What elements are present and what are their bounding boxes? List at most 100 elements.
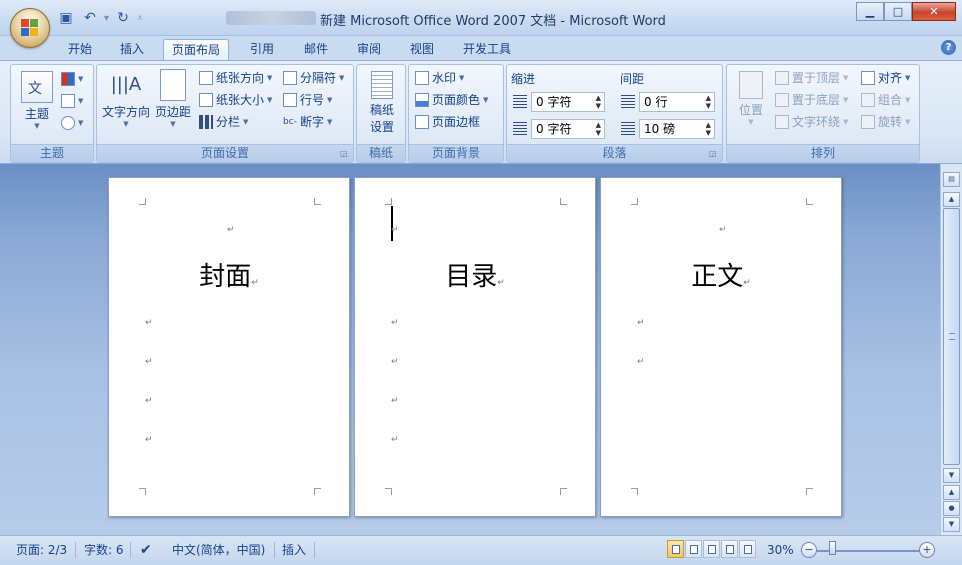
heading-text: 正文 xyxy=(691,262,744,292)
group-objects-button[interactable]: 组合 ▼ xyxy=(861,90,910,110)
line-numbers-button[interactable]: 行号 ▼ xyxy=(283,90,332,110)
tab-review[interactable]: 审阅 xyxy=(349,39,389,60)
page-heading[interactable]: 封面↵ xyxy=(109,256,349,293)
rotate-button[interactable]: 旋转 ▼ xyxy=(861,112,910,132)
rotate-label: 旋转 xyxy=(878,115,903,129)
minimize-button[interactable]: ▁ xyxy=(856,2,884,21)
text-wrapping-button[interactable]: 文字环绕 ▼ xyxy=(775,112,848,132)
theme-colors-button[interactable]: ▼ xyxy=(61,69,83,89)
zoom-level[interactable]: 30% xyxy=(767,540,794,560)
hyphenation-button[interactable]: bc- 断字 ▼ xyxy=(283,112,332,132)
next-page-icon[interactable]: ▼ xyxy=(943,517,960,532)
save-icon[interactable]: ▣ xyxy=(56,9,76,27)
spinner-arrows-icon[interactable]: ▲ ▼ xyxy=(706,121,711,137)
language-status[interactable]: 中文(简体，中国) xyxy=(172,540,265,560)
line-numbers-icon xyxy=(283,93,297,107)
themes-button[interactable]: 文 主题 ▼ xyxy=(17,71,57,130)
scroll-up-icon[interactable]: ▲ xyxy=(943,192,960,207)
web-layout-view-icon[interactable] xyxy=(703,540,720,558)
text-direction-icon: |||A xyxy=(110,74,142,95)
scroll-thumb[interactable] xyxy=(943,208,960,465)
print-layout-view-icon[interactable] xyxy=(667,540,684,558)
select-browse-object-icon[interactable]: ● xyxy=(943,501,960,516)
scroll-down-icon[interactable]: ▼ xyxy=(943,468,960,483)
chevron-down-icon: ▼ xyxy=(243,118,249,126)
close-button[interactable]: ✕ xyxy=(912,2,956,21)
breaks-button[interactable]: 分隔符 ▼ xyxy=(283,68,344,88)
page-count-status[interactable]: 页面: 2/3 xyxy=(16,540,67,560)
dialog-launcher-icon[interactable]: ◲ xyxy=(709,149,719,159)
heading-text: 封面 xyxy=(199,262,252,292)
quick-access-toolbar: ▣ ↶ ▾ ↻ ⩡ xyxy=(56,9,143,27)
title-bar: ▣ ↶ ▾ ↻ ⩡ 新建 Microsoft Office Word 2007 … xyxy=(0,0,962,48)
tab-home[interactable]: 开始 xyxy=(60,39,100,60)
undo-dropdown-icon[interactable]: ▾ xyxy=(104,13,109,24)
page-1[interactable]: ↵ 封面↵ ↵ ↵ ↵ ↵ xyxy=(108,177,350,517)
manuscript-settings-button[interactable]: 稿纸 设置 xyxy=(362,71,402,135)
tab-references[interactable]: 引用 xyxy=(242,39,282,60)
page-color-icon xyxy=(415,93,429,107)
dialog-launcher-icon[interactable]: ◲ xyxy=(340,149,350,159)
paragraph-mark: ↵ xyxy=(497,278,505,288)
page-borders-button[interactable]: 页面边框 xyxy=(415,112,480,132)
redo-icon[interactable]: ↻ xyxy=(113,9,133,27)
spinner-arrows-icon[interactable]: ▲ ▼ xyxy=(596,94,601,110)
vertical-scrollbar[interactable]: ▤ ▲ ▼ ▲ ● ▼ xyxy=(940,164,962,535)
full-screen-reading-view-icon[interactable] xyxy=(685,540,702,558)
group-page-background: 水印 ▼ 页面颜色 ▼ 页面边框 页面背景 xyxy=(408,64,504,163)
spacing-after-input[interactable]: 10 磅 ▲ ▼ xyxy=(639,119,715,139)
bring-to-front-button[interactable]: 置于顶层 ▼ xyxy=(775,68,848,88)
proofing-icon[interactable]: ✔ xyxy=(140,540,152,560)
outline-view-icon[interactable] xyxy=(721,540,738,558)
grip-icon xyxy=(949,333,955,340)
tab-insert[interactable]: 插入 xyxy=(112,39,152,60)
previous-page-icon[interactable]: ▲ xyxy=(943,485,960,500)
indent-right-icon xyxy=(513,122,527,136)
page-color-button[interactable]: 页面颜色 ▼ xyxy=(415,90,488,110)
maximize-button[interactable]: □ xyxy=(884,2,912,21)
spacing-before-input[interactable]: 0 行 ▲ ▼ xyxy=(639,92,715,112)
orientation-button[interactable]: 纸张方向 ▼ xyxy=(199,68,272,88)
indent-left-input[interactable]: 0 字符 ▲ ▼ xyxy=(531,92,605,112)
office-button[interactable] xyxy=(10,8,50,48)
group-objects-icon xyxy=(861,93,875,107)
tab-developer[interactable]: 开发工具 xyxy=(455,39,519,60)
ruler-toggle-icon[interactable]: ▤ xyxy=(943,172,960,187)
page-heading[interactable]: 正文↵ xyxy=(601,256,841,293)
spinner-arrows-icon[interactable]: ▲ ▼ xyxy=(596,121,601,137)
customize-icon[interactable]: ⩡ xyxy=(137,13,143,24)
insert-mode-status[interactable]: 插入 xyxy=(282,540,306,560)
text-direction-button[interactable]: |||A 文字方向 ▼ xyxy=(101,69,151,128)
margins-button[interactable]: 页边距 ▼ xyxy=(153,69,193,128)
send-to-back-button[interactable]: 置于底层 ▼ xyxy=(775,90,848,110)
help-icon[interactable]: ? xyxy=(941,40,956,55)
page-heading[interactable]: 目录↵ xyxy=(355,256,595,293)
zoom-out-icon[interactable]: − xyxy=(801,542,817,558)
group-themes: 文 主题 ▼ ▼ ▼ ▼ 主题 xyxy=(10,64,94,163)
page-3[interactable]: ↵ 正文↵ ↵ ↵ xyxy=(600,177,842,517)
tab-view[interactable]: 视图 xyxy=(402,39,442,60)
tab-mailings[interactable]: 邮件 xyxy=(296,39,336,60)
align-button[interactable]: 对齐 ▼ xyxy=(861,68,910,88)
tab-page-layout[interactable]: 页面布局 xyxy=(163,39,230,60)
document-area[interactable]: ↵ 封面↵ ↵ ↵ ↵ ↵ ↵ 目录↵ ↵ ↵ ↵ ↵ ↵ 正文↵ ↵ ↵ xyxy=(0,164,940,535)
position-button[interactable]: 位置 ▼ xyxy=(733,71,769,126)
size-button[interactable]: 纸张大小 ▼ xyxy=(199,90,272,110)
watermark-button[interactable]: 水印 ▼ xyxy=(415,68,464,88)
spinner-arrows-icon[interactable]: ▲ ▼ xyxy=(706,94,711,110)
zoom-in-icon[interactable]: + xyxy=(919,542,935,558)
indent-right-input[interactable]: 0 字符 ▲ ▼ xyxy=(531,119,605,139)
manuscript-icon xyxy=(371,71,393,99)
window-title: 新建 Microsoft Office Word 2007 文档 - Micro… xyxy=(320,14,666,29)
page-borders-label: 页面边框 xyxy=(432,115,481,129)
word-count-status[interactable]: 字数: 6 xyxy=(84,540,124,560)
page-2[interactable]: ↵ 目录↵ ↵ ↵ ↵ ↵ xyxy=(354,177,596,517)
draft-view-icon[interactable] xyxy=(739,540,756,558)
theme-fonts-button[interactable]: ▼ xyxy=(61,91,83,111)
group-label-themes: 主题 xyxy=(11,144,93,162)
theme-effects-button[interactable]: ▼ xyxy=(61,113,83,133)
zoom-slider-thumb[interactable] xyxy=(829,541,836,555)
paragraph-mark: ↵ xyxy=(637,357,645,367)
undo-icon[interactable]: ↶ xyxy=(80,9,100,27)
columns-button[interactable]: 分栏 ▼ xyxy=(199,112,248,132)
